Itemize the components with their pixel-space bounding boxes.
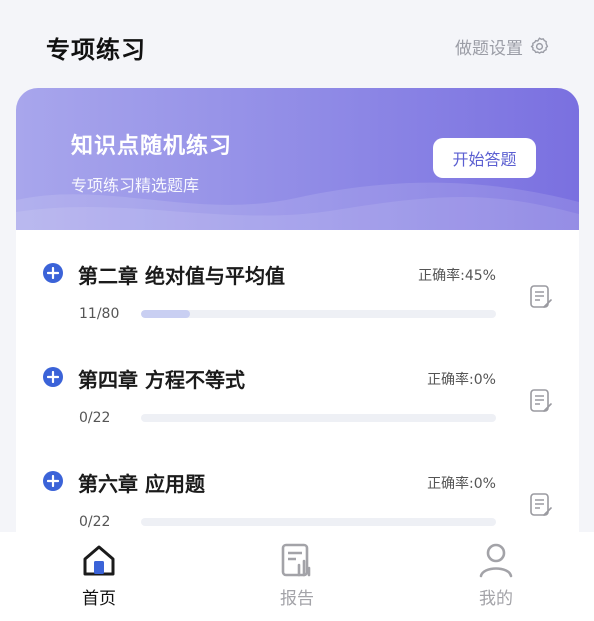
progress-bar xyxy=(141,518,496,526)
settings-button[interactable]: 做题设置 xyxy=(455,34,550,59)
settings-label: 做题设置 xyxy=(455,39,523,59)
practice-page: 专项练习 做题设置 知识点随机练习 专项练习精选题库 开始答题 第二章 绝对值与… xyxy=(0,0,594,621)
tab-report[interactable]: 报告 xyxy=(237,532,357,621)
tab-home[interactable]: 首页 xyxy=(39,532,159,621)
page-title: 专项练习 xyxy=(46,36,146,64)
chapter-name: 第二章 绝对值与平均值 xyxy=(78,264,285,288)
report-icon xyxy=(281,543,311,577)
accuracy-rate: 正确率:45% xyxy=(418,268,496,284)
plus-circle-icon[interactable] xyxy=(43,471,63,491)
gear-icon xyxy=(530,37,549,54)
progress-count: 0/22 xyxy=(79,514,111,530)
accuracy-rate: 正确率:0% xyxy=(427,372,496,388)
chapter-item[interactable]: 第六章 应用题 正确率:0% 0/22 xyxy=(16,438,579,532)
accuracy-rate: 正确率:0% xyxy=(427,476,496,492)
tab-profile[interactable]: 我的 xyxy=(436,532,556,621)
start-answering-button[interactable]: 开始答题 xyxy=(433,138,536,178)
user-icon xyxy=(479,543,513,578)
chapter-item[interactable]: 第二章 绝对值与平均值 正确率:45% 11/80 xyxy=(16,230,579,334)
tab-label: 首页 xyxy=(82,589,116,609)
header: 专项练习 做题设置 xyxy=(0,0,594,88)
edit-note-icon[interactable] xyxy=(529,284,553,310)
bottom-tab-bar: 首页 报告 我的 xyxy=(0,532,594,621)
chapter-list: 第二章 绝对值与平均值 正确率:45% 11/80 第四章 方程不等式 正确率:… xyxy=(16,230,579,532)
chapter-item[interactable]: 第四章 方程不等式 正确率:0% 0/22 xyxy=(16,334,579,438)
plus-circle-icon[interactable] xyxy=(43,367,63,387)
plus-circle-icon[interactable] xyxy=(43,263,63,283)
chapter-name: 第六章 应用题 xyxy=(78,472,205,496)
home-icon xyxy=(83,545,115,576)
random-practice-banner: 知识点随机练习 专项练习精选题库 开始答题 xyxy=(16,88,579,230)
tab-label: 我的 xyxy=(479,589,513,609)
chapter-name: 第四章 方程不等式 xyxy=(78,368,245,392)
progress-fill xyxy=(141,310,190,318)
progress-count: 11/80 xyxy=(79,306,120,322)
edit-note-icon[interactable] xyxy=(529,492,553,518)
banner-subtitle: 专项练习精选题库 xyxy=(71,176,200,195)
tab-label: 报告 xyxy=(280,589,314,609)
progress-bar xyxy=(141,414,496,422)
edit-note-icon[interactable] xyxy=(529,388,553,414)
banner-title: 知识点随机练习 xyxy=(71,134,233,159)
progress-bar xyxy=(141,310,496,318)
progress-count: 0/22 xyxy=(79,410,111,426)
